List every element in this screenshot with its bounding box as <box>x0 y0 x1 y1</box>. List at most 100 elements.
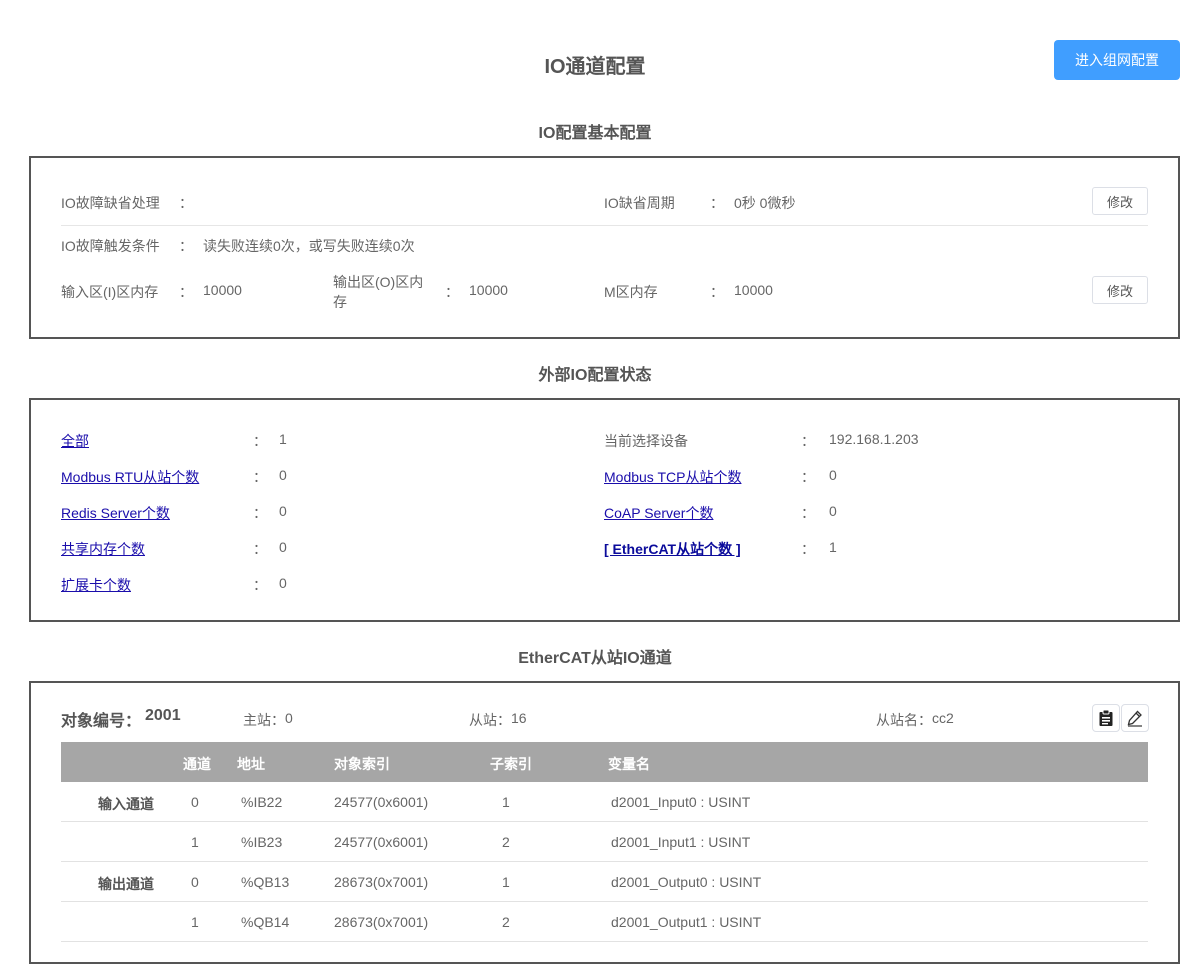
default-period-value: 0秒 0微秒 <box>734 195 796 211</box>
edit-pencil-icon <box>1127 710 1142 727</box>
colon: ： <box>253 541 267 557</box>
address: %IB22 <box>241 794 283 810</box>
table-row: 输入通道 0 %IB22 24577(0x6001) 1 d2001_Input… <box>61 782 1148 822</box>
channel-no: 0 <box>191 794 199 810</box>
channel-no: 0 <box>191 874 199 890</box>
ethercat-slave-count: 1 <box>829 539 837 555</box>
link-modbus-tcp[interactable]: Modbus TCP从站个数 <box>604 467 741 487</box>
channel-group: 输出通道 <box>98 876 154 892</box>
channel-group: 输入通道 <box>98 796 154 812</box>
column-header: 对象索引 <box>334 756 390 772</box>
column-header: 地址 <box>237 756 265 772</box>
basic-config-panel: IO故障缺省处理 ： IO缺省周期 ： 0秒 0微秒 修改 IO故障触发条件 ：… <box>29 156 1180 339</box>
colon: ： <box>801 505 815 521</box>
variable-name: d2001_Input0 : USINT <box>611 794 751 810</box>
default-period-label: IO缺省周期 <box>604 195 675 211</box>
table-row: 1 %QB14 28673(0x7001) 2 d2001_Output1 : … <box>61 902 1148 942</box>
clipboard-icon <box>1099 709 1113 726</box>
address: %QB14 <box>241 914 290 930</box>
output-mem-label-line1: 输出区(O)区内 <box>333 274 424 290</box>
link-coap-server[interactable]: CoAP Server个数 <box>604 503 713 523</box>
ethercat-panel: 对象编号： 2001 主站： 0 从站： 16 从站名： cc2 通道 地址 对… <box>29 681 1180 964</box>
colon: ： <box>801 541 815 557</box>
shared-memory-count: 0 <box>279 539 287 555</box>
basic-config-title: IO配置基本配置 <box>538 125 652 142</box>
modbus-tcp-count: 0 <box>829 467 837 483</box>
enter-network-config-button[interactable]: 进入组网配置 <box>1054 40 1180 80</box>
object-no-label: 对象编号： <box>61 713 142 730</box>
colon: ： <box>253 577 267 593</box>
clipboard-button[interactable] <box>1092 704 1120 732</box>
slave-name-value: cc2 <box>932 710 954 726</box>
external-io-title: 外部IO配置状态 <box>538 367 652 384</box>
master-value: 0 <box>285 710 293 726</box>
table-row: 1 %IB23 24577(0x6001) 2 d2001_Input1 : U… <box>61 822 1148 862</box>
sub-index: 1 <box>502 874 510 890</box>
slave-label: 从站： <box>469 712 511 728</box>
sub-index: 2 <box>502 914 510 930</box>
edit-button[interactable] <box>1121 704 1149 732</box>
modify-period-button[interactable]: 修改 <box>1092 187 1148 215</box>
colon: ： <box>179 195 193 211</box>
link-all[interactable]: 全部 <box>61 431 89 451</box>
colon: ： <box>801 469 815 485</box>
object-no-value: 2001 <box>145 707 181 724</box>
variable-name: d2001_Output0 : USINT <box>611 874 762 890</box>
link-ethercat-slave[interactable]: [ EtherCAT从站个数 ] <box>604 539 741 559</box>
fault-trigger-value: 读失败连续0次，或写失败连续0次 <box>203 238 415 254</box>
column-header: 通道 <box>183 756 211 772</box>
object-index: 28673(0x7001) <box>334 914 429 930</box>
input-mem-label: 输入区(I)区内存 <box>61 284 159 300</box>
sub-index: 2 <box>502 834 510 850</box>
sub-index: 1 <box>502 794 510 810</box>
colon: ： <box>445 284 459 300</box>
link-shared-memory[interactable]: 共享内存个数 <box>61 539 145 559</box>
colon: ： <box>710 284 724 300</box>
colon: ： <box>253 505 267 521</box>
link-modbus-rtu[interactable]: Modbus RTU从站个数 <box>61 467 199 487</box>
fault-default-label: IO故障缺省处理 <box>61 195 160 211</box>
link-redis-server[interactable]: Redis Server个数 <box>61 503 170 523</box>
modbus-rtu-count: 0 <box>279 467 287 483</box>
all-count: 1 <box>279 431 287 447</box>
colon: ： <box>253 433 267 449</box>
column-header: 变量名 <box>608 756 650 772</box>
channel-table-header: 通道 地址 对象索引 子索引 变量名 <box>61 742 1148 782</box>
slave-value: 16 <box>511 710 527 726</box>
link-expansion-card[interactable]: 扩展卡个数 <box>61 575 131 595</box>
output-mem-label-line2: 存 <box>333 294 347 310</box>
external-io-panel: 全部 ： 1 Modbus RTU从站个数 ： 0 Redis Server个数… <box>29 398 1180 622</box>
redis-server-count: 0 <box>279 503 287 519</box>
table-row: 输出通道 0 %QB13 28673(0x7001) 1 d2001_Outpu… <box>61 862 1148 902</box>
channel-no: 1 <box>191 914 199 930</box>
object-index: 24577(0x6001) <box>334 794 429 810</box>
column-header: 子索引 <box>490 756 532 772</box>
page-title: IO通道配置 <box>544 56 646 78</box>
ethercat-title: EtherCAT从站IO通道 <box>518 650 672 667</box>
modify-memory-button[interactable]: 修改 <box>1092 276 1148 304</box>
current-device-label: 当前选择设备 <box>604 433 688 449</box>
colon: ： <box>801 433 815 449</box>
variable-name: d2001_Input1 : USINT <box>611 834 751 850</box>
fault-trigger-label: IO故障触发条件 <box>61 238 160 254</box>
master-label: 主站： <box>243 712 285 728</box>
input-mem-value: 10000 <box>203 282 242 298</box>
m-mem-value: 10000 <box>734 282 773 298</box>
current-device-value: 192.168.1.203 <box>829 431 919 447</box>
variable-name: d2001_Output1 : USINT <box>611 914 762 930</box>
colon: ： <box>179 284 193 300</box>
divider <box>61 225 1148 226</box>
colon: ： <box>253 469 267 485</box>
m-mem-label: M区内存 <box>604 284 658 300</box>
expansion-card-count: 0 <box>279 575 287 591</box>
colon: ： <box>710 195 724 211</box>
address: %QB13 <box>241 874 290 890</box>
output-mem-value: 10000 <box>469 282 508 298</box>
channel-no: 1 <box>191 834 199 850</box>
object-index: 24577(0x6001) <box>334 834 429 850</box>
coap-server-count: 0 <box>829 503 837 519</box>
slave-name-label: 从站名： <box>876 712 932 728</box>
object-index: 28673(0x7001) <box>334 874 429 890</box>
address: %IB23 <box>241 834 283 850</box>
colon: ： <box>179 238 193 254</box>
